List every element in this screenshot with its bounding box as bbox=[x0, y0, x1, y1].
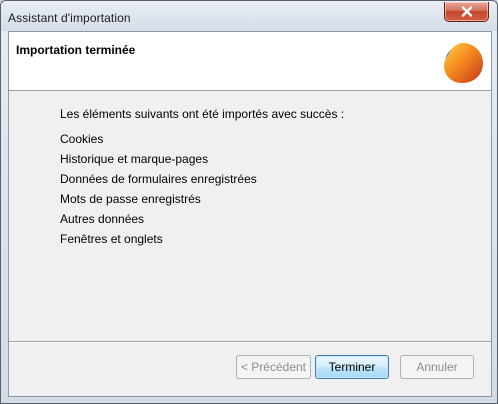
imported-items-list: Cookies Historique et marque-pages Donné… bbox=[60, 129, 344, 249]
intro-text: Les éléments suivants ont été importés a… bbox=[60, 107, 345, 121]
window-title: Assistant d'importation bbox=[8, 11, 131, 25]
list-item: Données de formulaires enregistrées bbox=[60, 172, 257, 186]
cancel-button[interactable]: Annuler bbox=[400, 355, 474, 379]
firefox-logo-icon bbox=[444, 43, 483, 83]
import-wizard-window: Assistant d'importation Importation term… bbox=[0, 0, 498, 404]
wizard-client-area: Importation terminée Les éléments suivan… bbox=[8, 31, 492, 397]
finish-button[interactable]: Terminer bbox=[315, 355, 389, 379]
close-icon bbox=[461, 6, 472, 17]
list-item: Fenêtres et onglets bbox=[60, 232, 163, 246]
import-results: Les éléments suivants ont été importés a… bbox=[60, 107, 344, 249]
title-bar[interactable]: Assistant d'importation bbox=[1, 1, 497, 31]
list-item: Historique et marque-pages bbox=[60, 152, 209, 166]
list-item: Mots de passe enregistrés bbox=[60, 192, 201, 206]
page-title: Importation terminée bbox=[16, 43, 136, 57]
back-button[interactable]: < Précédent bbox=[236, 355, 311, 379]
close-button[interactable] bbox=[444, 2, 489, 22]
list-item: Cookies bbox=[60, 132, 104, 146]
wizard-header: Importation terminée bbox=[9, 32, 491, 91]
footer-separator bbox=[9, 341, 491, 343]
list-item: Autres données bbox=[60, 212, 145, 226]
